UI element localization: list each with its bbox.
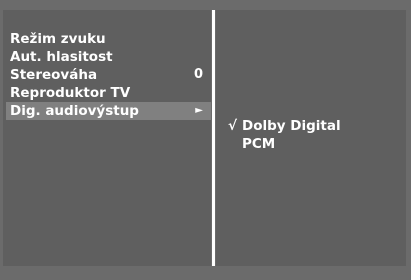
option-label: PCM <box>242 136 276 152</box>
menu-item-label: Aut. hlasitost <box>10 49 113 65</box>
menu-item-stereovaha[interactable]: Stereováha 0 <box>6 66 211 84</box>
tv-osd-screen: Režim zvuku Aut. hlasitost Stereováha 0 … <box>0 0 411 280</box>
menu-item-reproduktor-tv[interactable]: Reproduktor TV <box>6 84 211 102</box>
submenu-arrow-icon: ► <box>195 105 203 116</box>
menu-item-label: Stereováha <box>10 67 98 83</box>
audio-menu-list: Režim zvuku Aut. hlasitost Stereováha 0 … <box>6 30 211 120</box>
option-label: Dolby Digital <box>242 118 341 134</box>
checkmark-icon: √ <box>228 118 238 134</box>
dig-audiovystup-submenu: √ Dolby Digital PCM <box>228 117 341 153</box>
stereovaha-value: 0 <box>193 67 203 82</box>
panel-divider <box>212 10 215 266</box>
menu-item-aut-hlasitost[interactable]: Aut. hlasitost <box>6 48 211 66</box>
menu-item-rezim-zvuku[interactable]: Režim zvuku <box>6 30 211 48</box>
option-pcm[interactable]: PCM <box>228 135 341 153</box>
menu-item-label: Režim zvuku <box>10 31 106 47</box>
menu-item-label: Dig. audiovýstup <box>10 103 139 119</box>
menu-item-label: Reproduktor TV <box>10 85 131 101</box>
option-dolby-digital[interactable]: √ Dolby Digital <box>228 117 341 135</box>
menu-item-dig-audiovystup[interactable]: Dig. audiovýstup ► <box>6 102 211 120</box>
